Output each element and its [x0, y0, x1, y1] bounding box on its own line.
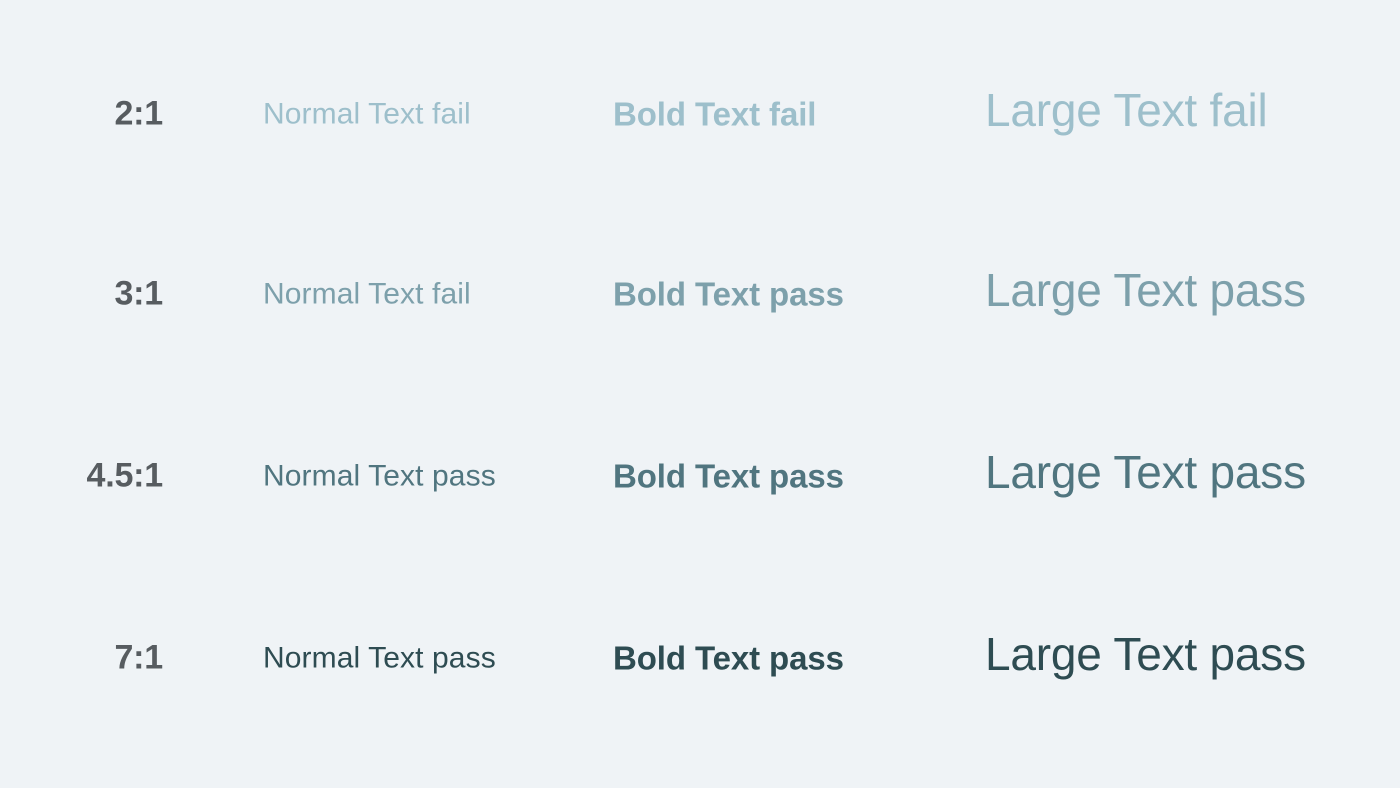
bold-text-sample: Bold Text pass — [613, 275, 844, 313]
large-text-sample: Large Text fail — [985, 84, 1268, 137]
large-text-sample: Large Text pass — [985, 446, 1306, 499]
bold-text-sample: Bold Text pass — [613, 639, 844, 677]
normal-text-sample: Normal Text pass — [263, 459, 496, 493]
large-text-sample: Large Text pass — [985, 264, 1306, 317]
normal-text-sample: Normal Text fail — [263, 97, 471, 131]
contrast-ratio-label: 2:1 — [114, 94, 163, 133]
bold-text-sample: Bold Text pass — [613, 457, 844, 495]
contrast-ratio-label: 7:1 — [114, 638, 163, 677]
normal-text-sample: Normal Text fail — [263, 277, 471, 311]
large-text-sample: Large Text pass — [985, 628, 1306, 681]
contrast-ratio-label: 3:1 — [114, 274, 163, 313]
normal-text-sample: Normal Text pass — [263, 641, 496, 675]
contrast-ratio-table: 2:1 Normal Text fail Bold Text fail Larg… — [0, 0, 1400, 788]
contrast-ratio-label: 4.5:1 — [86, 456, 164, 495]
bold-text-sample: Bold Text fail — [613, 95, 817, 133]
